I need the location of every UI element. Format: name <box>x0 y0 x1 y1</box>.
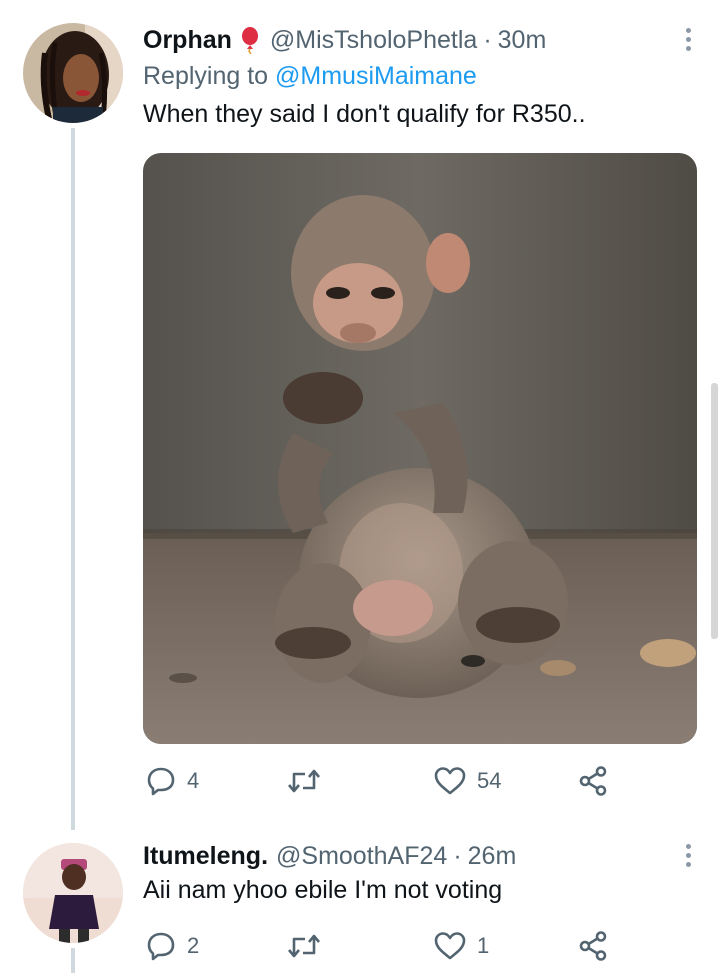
more-options-icon[interactable] <box>678 844 698 870</box>
avatar-itumeleng[interactable] <box>23 843 123 943</box>
tweet-text: When they said I don't qualify for R350.… <box>143 100 586 128</box>
share-icon <box>579 766 607 796</box>
like-button[interactable]: 1 <box>433 928 489 964</box>
tweet-2-actions: 2 1 <box>145 928 615 964</box>
retweet-button[interactable] <box>286 763 332 799</box>
thread-line <box>71 128 75 830</box>
thread-line-2 <box>71 948 75 973</box>
tweet-1-header: Orphan @MisTsholoPhetla · 30m <box>143 22 698 58</box>
reply-icon <box>147 932 175 961</box>
reply-icon <box>147 767 175 796</box>
tweet-2-header: Itumeleng. @SmoothAF24 · 26m <box>143 838 698 874</box>
like-count: 54 <box>477 768 502 793</box>
timestamp[interactable]: 26m <box>468 842 517 871</box>
tweet-2-content: Itumeleng. @SmoothAF24 · 26m Aii nam yho… <box>143 838 698 910</box>
reply-count: 2 <box>187 933 200 958</box>
separator-dot: · <box>483 25 492 54</box>
balloon-emoji-icon <box>241 27 258 54</box>
like-count: 1 <box>477 933 490 958</box>
share-button[interactable] <box>577 928 609 964</box>
retweet-button[interactable] <box>286 928 332 964</box>
user-handle[interactable]: @SmoothAF24 <box>276 842 447 871</box>
avatar-itumeleng-image <box>23 843 123 943</box>
avatar-orphan[interactable] <box>23 23 123 123</box>
avatar-orphan-image <box>23 23 123 123</box>
share-button[interactable] <box>577 763 609 799</box>
replying-to-link[interactable]: @MmusiMaimane <box>275 62 477 90</box>
tweet-1-content: Orphan @MisTsholoPhetla · 30m Replying t… <box>143 22 698 134</box>
reply-button[interactable]: 2 <box>145 928 199 964</box>
display-name[interactable]: Itumeleng. <box>143 842 268 871</box>
timestamp[interactable]: 30m <box>498 26 547 55</box>
user-handle[interactable]: @MisTsholoPhetla <box>270 26 477 55</box>
reply-button[interactable]: 4 <box>145 763 199 799</box>
tweet-1[interactable]: Orphan @MisTsholoPhetla · 30m Replying t… <box>0 0 720 830</box>
tweet-text: Aii nam yhoo ebile I'm not voting <box>143 876 503 904</box>
scrollbar[interactable] <box>711 383 718 639</box>
replying-to: Replying to @MmusiMaimane <box>143 62 698 94</box>
tweet-media-image[interactable] <box>143 153 697 744</box>
tweet-1-actions: 4 54 <box>145 763 615 799</box>
reply-count: 4 <box>187 768 200 793</box>
more-options-icon[interactable] <box>678 28 698 54</box>
display-name[interactable]: Orphan <box>143 26 232 55</box>
like-button[interactable]: 54 <box>433 763 501 799</box>
heart-icon <box>434 932 466 960</box>
heart-icon <box>434 767 466 795</box>
retweet-icon <box>288 769 320 793</box>
retweet-icon <box>288 934 320 958</box>
separator-dot: · <box>453 841 462 870</box>
monkey-photo <box>143 153 697 744</box>
share-icon <box>579 931 607 961</box>
tweet-2[interactable]: Itumeleng. @SmoothAF24 · 26m Aii nam yho… <box>0 830 720 973</box>
replying-prefix: Replying to <box>143 62 276 90</box>
